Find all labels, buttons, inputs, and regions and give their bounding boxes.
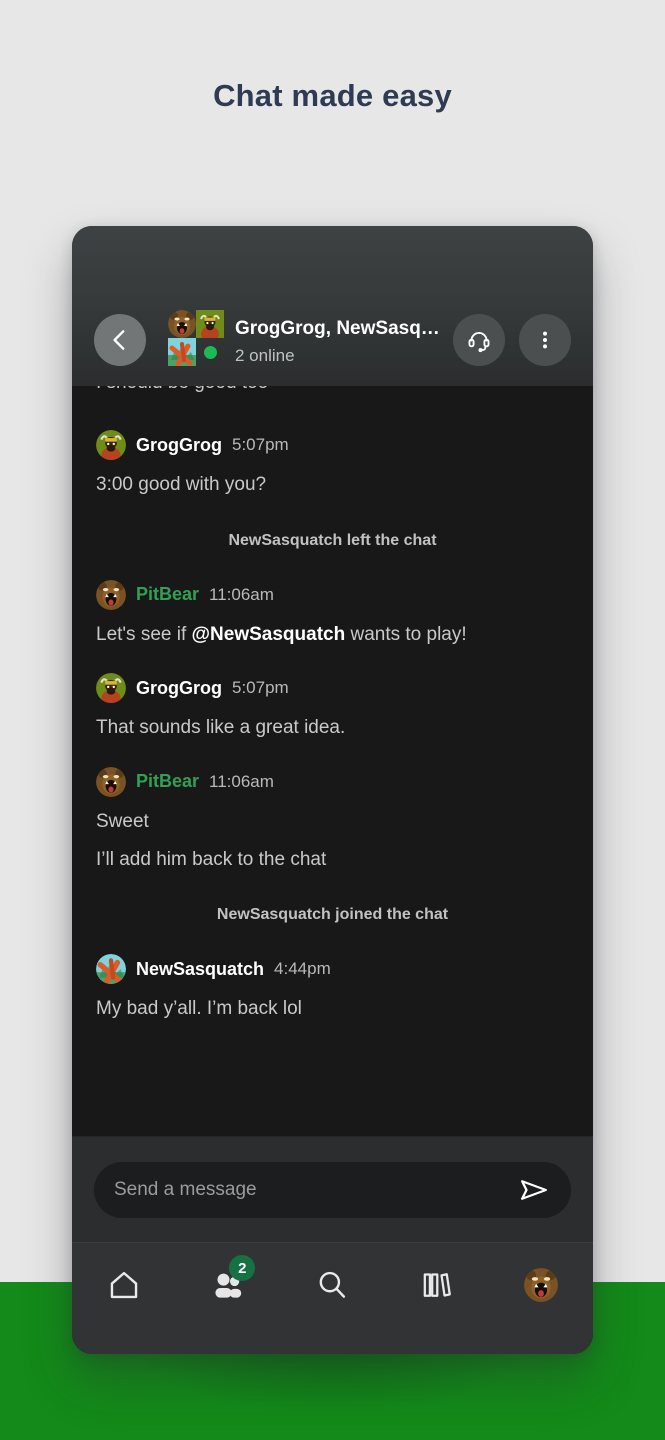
- search-icon: [320, 1271, 346, 1298]
- message-group: GrogGrog 5:07pm That sounds like a great…: [96, 647, 569, 741]
- pitbear-avatar[interactable]: [96, 766, 126, 797]
- message-text: Sweet: [96, 810, 149, 832]
- chat-header: GrogGrog, NewSasq… 2 online: [72, 226, 593, 386]
- message-input-container[interactable]: [94, 1161, 571, 1218]
- message-group: NewSasquatch 4:44pm My bad y’all. I’m ba…: [96, 928, 569, 1022]
- send-paper-plane-icon: [521, 1179, 547, 1200]
- message-text: My bad y’all. I’m back lol: [96, 998, 302, 1020]
- message-header: GrogGrog 5:07pm: [96, 673, 569, 704]
- back-button[interactable]: [94, 314, 146, 366]
- library-books-icon: [423, 1273, 451, 1297]
- message-group: PitBear 11:06am Let's see if @NewSasquat…: [96, 554, 569, 648]
- newsasquatch-avatar[interactable]: [96, 954, 126, 985]
- message-username[interactable]: NewSasquatch: [136, 959, 264, 980]
- mention-token[interactable]: @NewSasquatch: [192, 624, 346, 645]
- system-message: NewSasquatch left the chat: [228, 531, 437, 549]
- groggrog-avatar[interactable]: [96, 430, 126, 460]
- viking-avatar-icon: [96, 673, 126, 704]
- message-header: PitBear 11:06am: [96, 579, 569, 610]
- sasquatch-avatar-icon: [96, 954, 126, 985]
- message-group: PitBear 11:06am Sweet I’ll add him back …: [96, 741, 569, 872]
- message-group: GrogGrog 5:07pm 3:00 good with you?: [96, 386, 569, 498]
- nav-item-home[interactable]: [97, 1261, 151, 1309]
- nav-item-profile[interactable]: [514, 1261, 568, 1309]
- profile-avatar: [523, 1268, 558, 1302]
- message-text: Let's see if @NewSasquatch wants to play…: [96, 622, 569, 648]
- avatar-newsasquatch: [168, 338, 196, 366]
- message-text-prefix: Let's see if: [96, 623, 192, 645]
- message-header: PitBear 11:06am: [96, 766, 569, 797]
- chat-header-text: GrogGrog, NewSasq… 2 online: [235, 318, 447, 366]
- message-text-suffix: wants to play!: [345, 623, 467, 645]
- online-status-cell: [196, 338, 224, 366]
- message-timestamp: 4:44pm: [274, 959, 331, 979]
- message-list[interactable]: I should be good too: [72, 386, 593, 1136]
- viking-avatar-icon: [96, 430, 126, 460]
- message-input[interactable]: [114, 1178, 517, 1201]
- nav-item-friends[interactable]: 2: [201, 1255, 256, 1309]
- message-timestamp: 5:07pm: [232, 678, 289, 698]
- page-title: Chat made easy: [213, 78, 452, 113]
- message-text: 3:00 good with you?: [96, 474, 267, 495]
- message-username[interactable]: PitBear: [136, 771, 199, 792]
- sasquatch-avatar-icon: [168, 338, 196, 366]
- message-username[interactable]: PitBear: [136, 584, 199, 605]
- nav-item-search[interactable]: [305, 1261, 359, 1309]
- message-timestamp: 11:06am: [209, 771, 274, 791]
- online-dot: [203, 345, 217, 359]
- bottom-navigation: 2: [72, 1242, 593, 1354]
- chat-header-actions: [453, 314, 571, 366]
- message-username[interactable]: GrogGrog: [136, 678, 222, 699]
- group-avatar[interactable]: [168, 310, 224, 366]
- pitbear-avatar[interactable]: [96, 579, 126, 610]
- message-timestamp: 5:07pm: [232, 435, 289, 454]
- overflow-menu-button[interactable]: [519, 314, 571, 366]
- nav-badge-count: 2: [229, 1255, 256, 1281]
- message-text: I’ll add him back to the chat: [96, 848, 327, 870]
- message-timestamp: 11:06am: [209, 584, 274, 604]
- message-header: NewSasquatch 4:44pm: [96, 954, 569, 985]
- bear-face-icon: [168, 310, 196, 338]
- message-composer: [72, 1136, 593, 1242]
- nav-item-library[interactable]: [410, 1261, 464, 1309]
- groggrog-avatar[interactable]: [96, 673, 126, 704]
- bear-face-icon: [96, 579, 126, 610]
- message-text: That sounds like a great idea.: [96, 717, 346, 739]
- chat-title: GrogGrog, NewSasq…: [235, 317, 440, 339]
- clipped-previous-message: I should be good too: [96, 386, 268, 394]
- bear-face-icon: [523, 1268, 558, 1302]
- home-icon: [110, 1271, 138, 1299]
- chevron-left-icon: [113, 330, 125, 350]
- message-header: GrogGrog 5:07pm: [96, 430, 569, 460]
- more-vertical-icon: [543, 331, 547, 349]
- bear-face-icon: [96, 766, 126, 797]
- viking-avatar-icon: [196, 310, 224, 338]
- headset-icon: [468, 332, 490, 353]
- phone-mockup: GrogGrog, NewSasq… 2 online GrogGrog 5:0…: [72, 226, 593, 1354]
- send-button[interactable]: [517, 1173, 551, 1207]
- chat-subtitle-online-count: 2 online: [235, 345, 295, 365]
- avatar-groggrog: [196, 310, 224, 338]
- call-button[interactable]: [453, 314, 505, 366]
- system-message: NewSasquatch joined the chat: [216, 906, 449, 924]
- avatar-pitbear: [168, 310, 196, 338]
- message-username[interactable]: GrogGrog: [136, 435, 222, 456]
